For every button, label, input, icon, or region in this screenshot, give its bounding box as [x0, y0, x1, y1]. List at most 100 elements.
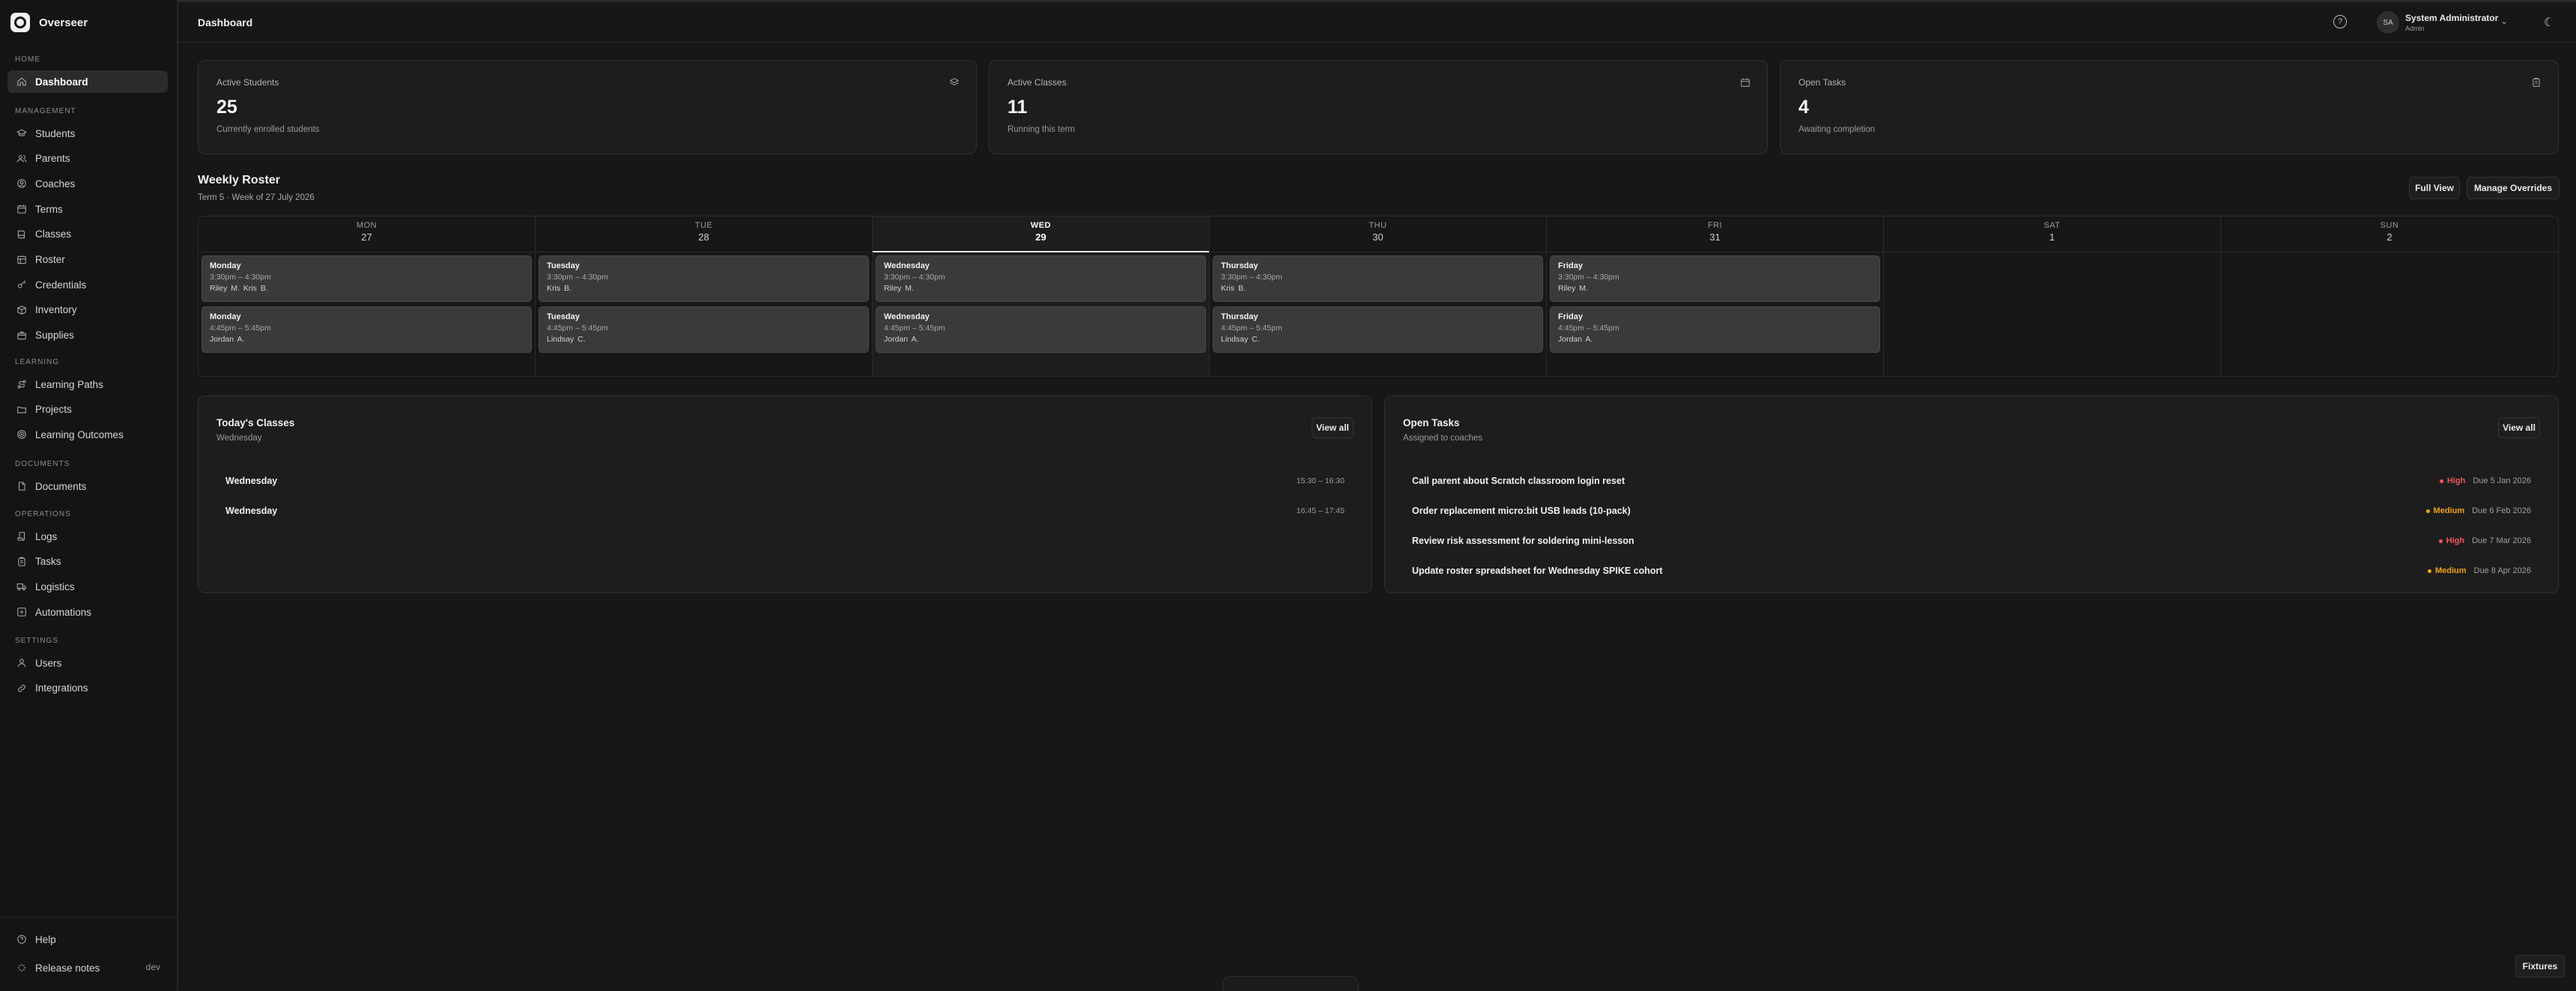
day-header: TUE 28 — [536, 216, 872, 252]
day-name: SUN — [2380, 221, 2399, 230]
sidebar-item-coaches[interactable]: Coaches — [7, 172, 168, 195]
day-name: FRI — [1707, 221, 1723, 230]
priority-label: High — [2446, 476, 2466, 485]
truck-icon — [16, 581, 27, 592]
layers-icon — [949, 77, 960, 91]
sidebar-item-logistics[interactable]: Logistics — [7, 575, 168, 598]
sidebar-section-label: Management — [15, 107, 76, 115]
roster-class-block[interactable]: Tuesday 3:30pm – 4:30pm Kris B. — [539, 255, 869, 302]
sidebar-item-automations[interactable]: Automations — [7, 601, 168, 623]
dev-toolbar[interactable] — [1222, 976, 1359, 991]
sidebar-item-parents[interactable]: Parents — [7, 148, 168, 170]
sidebar-item-label: Release notes — [35, 962, 100, 974]
sidebar-item-tasks[interactable]: Tasks — [7, 551, 168, 573]
sidebar-item-label: Logs — [35, 530, 58, 542]
sidebar-item-help[interactable]: Help — [7, 928, 168, 951]
roster-class-block[interactable]: Monday 4:45pm – 5:45pm Jordan A. — [201, 306, 532, 353]
class-coaches: Kris B. — [1221, 284, 1246, 293]
user-role: Admin — [2405, 25, 2425, 32]
class-time: 3:30pm – 4:30pm — [547, 273, 608, 282]
sidebar-item-integrations[interactable]: Integrations — [7, 677, 168, 700]
sidebar-item-logs[interactable]: Logs — [7, 525, 168, 548]
clipboard-icon — [16, 557, 27, 567]
class-coaches: Jordan A. — [1558, 335, 1593, 344]
sidebar-item-release-notes[interactable]: Release notes — [7, 957, 168, 979]
roster-class-block[interactable]: Friday 4:45pm – 5:45pm Jordan A. — [1550, 306, 1880, 353]
sidebar-item-projects[interactable]: Projects — [7, 398, 168, 421]
help-icon[interactable]: ? — [2333, 15, 2347, 28]
sidebar-footer-divider — [0, 917, 178, 918]
avatar[interactable]: SA — [2377, 11, 2399, 34]
roster-class-block[interactable]: Wednesday 4:45pm – 5:45pm Jordan A. — [876, 306, 1206, 353]
roster-class-block[interactable]: Thursday 4:45pm – 5:45pm Lindsay C. — [1213, 306, 1543, 353]
class-day: Thursday — [1221, 312, 1258, 321]
stat-title: Active Classes — [1007, 77, 1067, 88]
day-number: 28 — [698, 231, 709, 243]
class-time: 4:45pm – 5:45pm — [884, 324, 945, 333]
fixtures-button[interactable]: Fixtures — [2515, 955, 2565, 978]
sidebar-section-label: Home — [15, 55, 40, 64]
sidebar-item-learning-outcomes[interactable]: Learning Outcomes — [7, 423, 168, 446]
class-row[interactable]: Wednesday 15:30 – 16:30 — [216, 470, 1354, 491]
sidebar-item-credentials[interactable]: Credentials — [7, 273, 168, 296]
roster-class-block[interactable]: Wednesday 3:30pm – 4:30pm Riley M. — [876, 255, 1206, 302]
roster-subtitle: Term 5 · Week of 27 July 2026 — [198, 193, 315, 202]
class-time: 15:30 – 16:30 — [1296, 476, 1345, 485]
sidebar-section-label: Settings — [15, 637, 59, 645]
sidebar-item-documents[interactable]: Documents — [7, 475, 168, 497]
sidebar-item-terms[interactable]: Terms — [7, 198, 168, 220]
stat-value: 11 — [1007, 97, 1028, 118]
full-view-button[interactable]: Full View — [2409, 177, 2460, 199]
brand-name: Overseer — [39, 16, 88, 29]
sidebar-item-inventory[interactable]: Inventory — [7, 299, 168, 321]
panel-subtitle: Assigned to coaches — [1403, 434, 1483, 443]
roster-class-block[interactable]: Friday 3:30pm – 4:30pm Riley M. — [1550, 255, 1880, 302]
panel-subtitle: Wednesday — [216, 434, 262, 443]
sidebar-item-label: Roster — [35, 254, 65, 265]
sidebar-item-label: Tasks — [35, 556, 61, 568]
task-name: Order replacement micro:bit USB leads (1… — [1412, 506, 1631, 516]
task-row[interactable]: Update roster spreadsheet for Wednesday … — [1403, 560, 2540, 581]
view-all-tasks-button[interactable]: View all — [2498, 417, 2540, 438]
sidebar-item-students[interactable]: Students — [7, 122, 168, 145]
class-coaches: Riley M. — [1558, 284, 1588, 293]
target-icon — [16, 429, 27, 440]
roster-class-block[interactable]: Tuesday 4:45pm – 5:45pm Lindsay C. — [539, 306, 869, 353]
priority-label: Medium — [2434, 566, 2467, 575]
calendar-icon — [1740, 77, 1751, 91]
sidebar-item-users[interactable]: Users — [7, 652, 168, 674]
task-row[interactable]: Review risk assessment for soldering min… — [1403, 530, 2540, 551]
roster-class-block[interactable]: Thursday 3:30pm – 4:30pm Kris B. — [1213, 255, 1543, 302]
sidebar-item-supplies[interactable]: Supplies — [7, 324, 168, 347]
roster-class-block[interactable]: Monday 3:30pm – 4:30pm Riley M. Kris B. — [201, 255, 532, 302]
chevron-down-icon[interactable]: ⌄ — [2500, 16, 2508, 26]
sidebar-item-dashboard[interactable]: Dashboard — [7, 70, 168, 93]
priority-dot-icon — [2438, 539, 2443, 543]
day-number: 29 — [1035, 231, 1046, 243]
moon-icon[interactable]: ☾ — [2544, 15, 2554, 30]
class-row[interactable]: Wednesday 16:45 – 17:45 — [216, 500, 1354, 521]
roster-grid: MON 27 Monday 3:30pm – 4:30pm Riley M. Kris … — [198, 216, 2559, 377]
task-row[interactable]: Order replacement micro:bit USB leads (1… — [1403, 500, 2540, 521]
task-row[interactable]: Call parent about Scratch classroom logi… — [1403, 470, 2540, 491]
sidebar-item-label: Documents — [35, 480, 87, 492]
zap-icon — [16, 607, 27, 617]
sidebar-item-label: Users — [35, 657, 62, 669]
view-all-classes-button[interactable]: View all — [1312, 417, 1354, 438]
day-header: MON 27 — [198, 216, 535, 252]
day-number: 27 — [361, 231, 372, 243]
manage-overrides-button[interactable]: Manage Overrides — [2467, 177, 2560, 199]
user-name[interactable]: System Administrator — [2405, 13, 2498, 23]
sidebar-item-roster[interactable]: Roster — [7, 249, 168, 271]
users-icon — [16, 154, 27, 164]
stat-value: 25 — [216, 97, 237, 118]
todays-classes-panel: Today's Classes Wednesday View all Wedne… — [198, 396, 1372, 593]
class-time: 4:45pm – 5:45pm — [210, 324, 271, 333]
brand[interactable]: Overseer — [10, 13, 88, 32]
panel-title: Today's Classes — [216, 417, 295, 428]
sidebar-item-learning-paths[interactable]: Learning Paths — [7, 373, 168, 396]
class-time: 3:30pm – 4:30pm — [884, 273, 945, 282]
sidebar-item-label: Parents — [35, 153, 70, 165]
sidebar-item-classes[interactable]: Classes — [7, 223, 168, 246]
day-number: 31 — [1709, 231, 1721, 243]
